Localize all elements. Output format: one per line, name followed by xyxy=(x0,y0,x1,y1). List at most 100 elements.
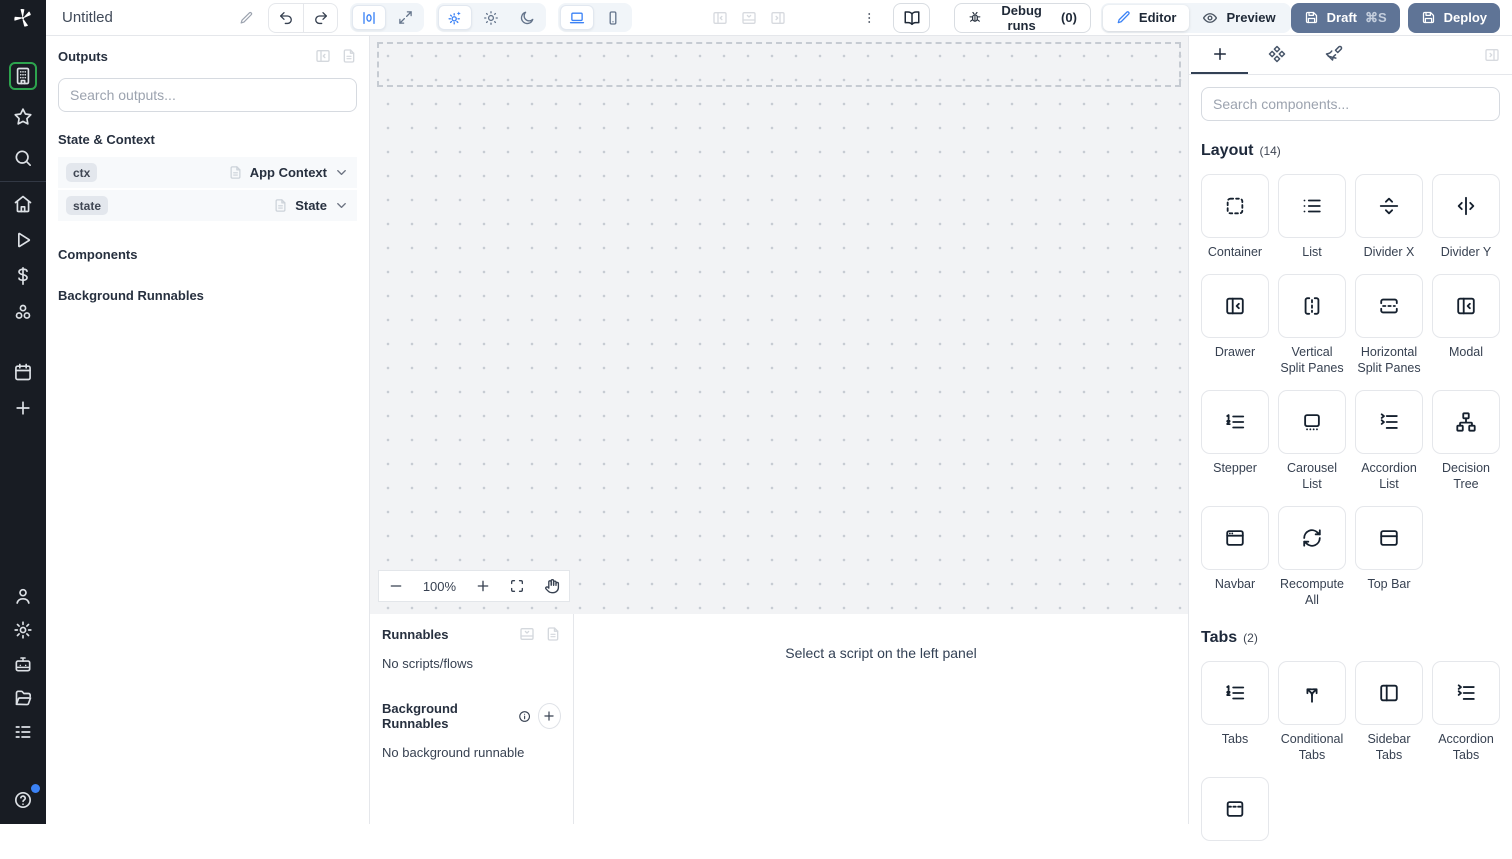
sidebar-item-apps[interactable] xyxy=(9,62,37,90)
stepper-icon xyxy=(1224,411,1246,433)
pan-tool-icon[interactable] xyxy=(544,578,560,594)
component-horizontal-split[interactable]: Horizontal Split Panes xyxy=(1355,274,1423,376)
sidebar-item-help[interactable] xyxy=(9,784,40,814)
maximize-icon xyxy=(398,10,413,25)
undo-button[interactable] xyxy=(269,4,303,32)
desktop-view-toggle[interactable] xyxy=(560,5,595,30)
docs-button[interactable] xyxy=(892,2,931,33)
fit-view-icon[interactable] xyxy=(509,578,525,594)
calendar-icon xyxy=(13,362,33,382)
sidebar-item-variables[interactable] xyxy=(9,262,37,290)
outputs-doc-icon[interactable] xyxy=(341,48,357,64)
search-icon xyxy=(13,148,33,168)
search-outputs-input[interactable] xyxy=(58,78,357,112)
sidebar-item-resources[interactable] xyxy=(9,298,37,326)
info-icon[interactable] xyxy=(518,709,531,724)
app-canvas[interactable]: 100% xyxy=(370,36,1188,614)
component-top-bar[interactable]: Top Bar xyxy=(1355,506,1423,608)
chevron-down-icon[interactable] xyxy=(334,198,349,213)
rename-app-icon[interactable] xyxy=(239,10,253,26)
sidebar-item-settings[interactable] xyxy=(9,616,37,644)
accordion-icon xyxy=(1378,411,1400,433)
redo-icon xyxy=(313,10,329,26)
zoom-level: 100% xyxy=(422,578,457,594)
add-background-runnable-button[interactable] xyxy=(537,703,561,729)
component-decision-tree[interactable]: Decision Tree xyxy=(1432,390,1500,492)
component-list[interactable]: List xyxy=(1278,174,1346,260)
drawer-icon xyxy=(1224,295,1246,317)
sidebar-item-logs[interactable] xyxy=(9,718,37,746)
collapse-runnables-icon[interactable] xyxy=(519,626,535,642)
component-drawer[interactable]: Drawer xyxy=(1201,274,1269,376)
app-title[interactable]: Untitled xyxy=(62,9,239,26)
debug-runs-button[interactable]: Debug runs (0) xyxy=(954,2,1091,33)
chevron-down-icon[interactable] xyxy=(334,165,349,180)
theme-dark-toggle[interactable] xyxy=(510,5,544,30)
component-stepper[interactable]: Stepper xyxy=(1201,390,1269,492)
tab-insert-component[interactable] xyxy=(1191,36,1248,74)
windmill-logo[interactable] xyxy=(0,0,46,36)
component-tabs[interactable]: Tabs xyxy=(1201,661,1269,763)
mobile-view-toggle[interactable] xyxy=(596,5,630,30)
toggle-left-panel-icon[interactable] xyxy=(712,10,728,26)
editor-tab[interactable]: Editor xyxy=(1102,4,1190,31)
sidebar-item-workers[interactable] xyxy=(9,650,37,678)
sidebar-item-create[interactable] xyxy=(9,394,37,422)
play-icon xyxy=(13,230,33,250)
deploy-button[interactable]: Deploy xyxy=(1407,2,1500,33)
sidebar-item-account[interactable] xyxy=(9,582,37,610)
output-row-ctx[interactable]: ctx App Context xyxy=(58,157,357,188)
zoom-in-icon[interactable] xyxy=(475,578,491,594)
component-carousel[interactable]: Carousel List xyxy=(1278,390,1346,492)
collapse-outputs-icon[interactable] xyxy=(315,48,331,64)
bug-icon xyxy=(968,10,982,26)
sun-icon xyxy=(483,10,499,26)
sidebar-item-search[interactable] xyxy=(9,144,37,172)
components-panel-tabs xyxy=(1189,36,1512,75)
sidebar-item-folders[interactable] xyxy=(9,684,37,712)
component-accordion-tabs[interactable]: Accordion Tabs xyxy=(1432,661,1500,763)
zoom-out-icon[interactable] xyxy=(388,578,404,594)
component-divider-y[interactable]: Divider Y xyxy=(1432,174,1500,260)
preview-tab[interactable]: Preview xyxy=(1189,5,1288,31)
tab-component-tree[interactable] xyxy=(1248,36,1305,74)
component-card xyxy=(1278,390,1346,454)
sidebar-item-schedules[interactable] xyxy=(9,358,37,386)
theme-auto-toggle[interactable] xyxy=(438,5,473,30)
theme-light-toggle[interactable] xyxy=(474,5,508,30)
redo-button[interactable] xyxy=(302,3,337,32)
centered-canvas-toggle[interactable] xyxy=(352,5,387,30)
sidebar-item-runs[interactable] xyxy=(9,226,37,254)
component-card xyxy=(1355,506,1423,570)
runnables-doc-icon[interactable] xyxy=(545,626,561,642)
component-accordion[interactable]: Accordion List xyxy=(1355,390,1423,492)
full-width-toggle[interactable] xyxy=(388,5,422,30)
component-invisible-tabs[interactable] xyxy=(1201,777,1269,847)
plus-icon xyxy=(1211,45,1229,63)
component-container[interactable]: Container xyxy=(1201,174,1269,260)
toggle-right-panel-icon[interactable] xyxy=(770,10,786,26)
component-divider-x[interactable]: Divider X xyxy=(1355,174,1423,260)
component-conditional-tabs[interactable]: Conditional Tabs xyxy=(1278,661,1346,763)
component-card xyxy=(1355,390,1423,454)
component-vertical-split[interactable]: Vertical Split Panes xyxy=(1278,274,1346,376)
canvas-dropzone[interactable] xyxy=(377,42,1181,87)
component-card xyxy=(1201,506,1269,570)
tab-styling[interactable] xyxy=(1305,36,1362,74)
debug-runs-label: Debug runs xyxy=(1001,2,1042,33)
sidebar-item-home[interactable] xyxy=(9,190,37,218)
component-navbar[interactable]: Navbar xyxy=(1201,506,1269,608)
toggle-bottom-panel-icon[interactable] xyxy=(741,10,757,26)
sidebar-item-favorites[interactable] xyxy=(9,103,37,131)
search-components-input[interactable] xyxy=(1201,87,1500,121)
draft-button[interactable]: Draft ⌘S xyxy=(1290,2,1400,33)
output-row-state[interactable]: state State xyxy=(58,190,357,221)
component-sidebar-tabs[interactable]: Sidebar Tabs xyxy=(1355,661,1423,763)
more-menu-icon[interactable] xyxy=(862,10,876,26)
component-recompute[interactable]: Recompute All xyxy=(1278,506,1346,608)
dollar-icon xyxy=(13,266,33,286)
component-modal[interactable]: Modal xyxy=(1432,274,1500,376)
component-card xyxy=(1201,174,1269,238)
collapse-right-panel-icon[interactable] xyxy=(1484,47,1500,63)
topbar: Untitled Debug runs (0) Editor Preview D… xyxy=(46,0,1512,36)
